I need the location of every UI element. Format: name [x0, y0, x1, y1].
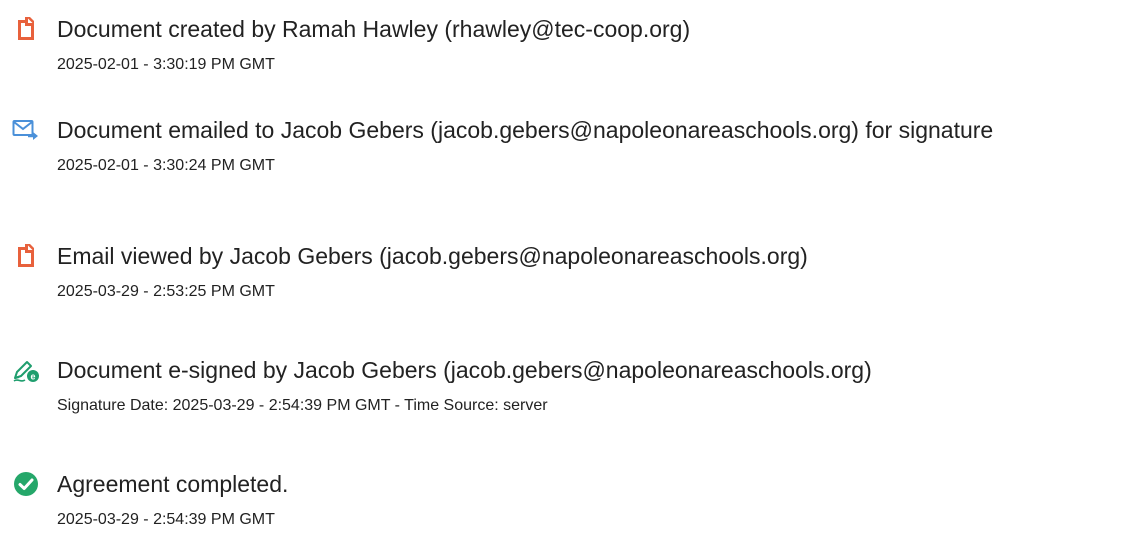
- event-timestamp: 2025-03-29 - 2:53:25 PM GMT: [57, 283, 275, 300]
- event-timestamp: 2025-02-01 - 3:30:19 PM GMT: [57, 56, 275, 73]
- e-sign-pen-icon: e: [12, 356, 40, 384]
- event-title: Document e-signed by Jacob Gebers (jacob…: [57, 357, 872, 383]
- svg-text:e: e: [30, 372, 35, 382]
- document-icon: [12, 15, 40, 43]
- check-circle-icon: [12, 470, 40, 498]
- event-title: Document emailed to Jacob Gebers (jacob.…: [57, 117, 994, 143]
- event-timestamp: 2025-02-01 - 3:30:24 PM GMT: [57, 157, 275, 174]
- email-sent-icon: [12, 116, 40, 144]
- event-title: Document created by Ramah Hawley (rhawle…: [57, 16, 691, 42]
- event-signature-date: Signature Date: 2025-03-29 - 2:54:39 PM …: [57, 397, 548, 414]
- event-timestamp: 2025-03-29 - 2:54:39 PM GMT: [57, 511, 275, 528]
- event-title: Email viewed by Jacob Gebers (jacob.gebe…: [57, 243, 808, 269]
- event-title: Agreement completed.: [57, 471, 289, 497]
- document-icon: [12, 242, 40, 270]
